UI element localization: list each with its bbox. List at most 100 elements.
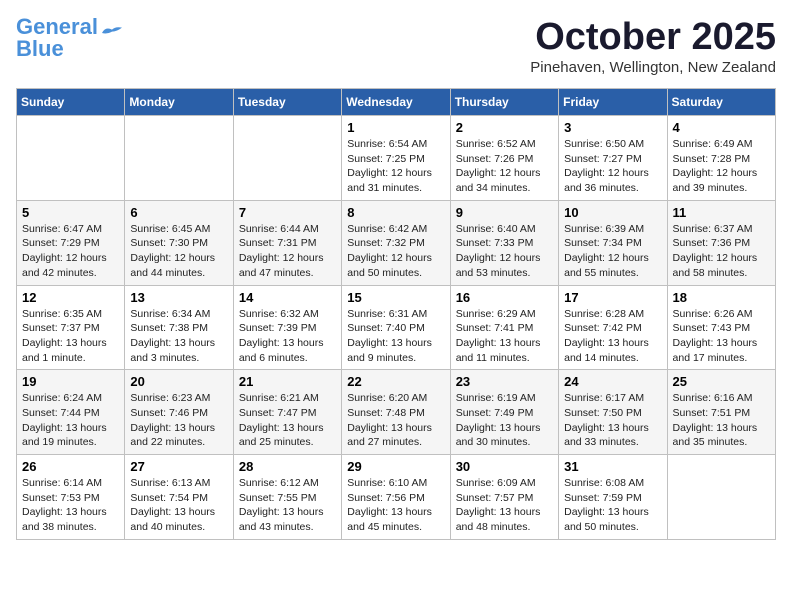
day-number: 22 <box>347 374 444 389</box>
day-info: Sunrise: 6:09 AM Sunset: 7:57 PM Dayligh… <box>456 476 553 535</box>
calendar-cell: 23 Sunrise: 6:19 AM Sunset: 7:49 PM Dayli… <box>450 370 558 455</box>
calendar-cell <box>17 116 125 201</box>
week-row-1: 1 Sunrise: 6:54 AM Sunset: 7:25 PM Daylig… <box>17 116 776 201</box>
day-number: 11 <box>673 205 770 220</box>
day-info: Sunrise: 6:19 AM Sunset: 7:49 PM Dayligh… <box>456 391 553 450</box>
calendar-cell: 8 Sunrise: 6:42 AM Sunset: 7:32 PM Daylig… <box>342 200 450 285</box>
day-number: 12 <box>22 290 119 305</box>
day-number: 2 <box>456 120 553 135</box>
calendar-table: SundayMondayTuesdayWednesdayThursdayFrid… <box>16 88 776 540</box>
day-number: 3 <box>564 120 661 135</box>
day-info: Sunrise: 6:24 AM Sunset: 7:44 PM Dayligh… <box>22 391 119 450</box>
calendar-cell: 11Sunrise: 6:37 AM Sunset: 7:36 PM Dayli… <box>667 200 775 285</box>
calendar-cell: 13 Sunrise: 6:34 AM Sunset: 7:38 PM Dayli… <box>125 285 233 370</box>
calendar-cell: 24 Sunrise: 6:17 AM Sunset: 7:50 PM Dayli… <box>559 370 667 455</box>
day-info: Sunrise: 6:44 AM Sunset: 7:31 PM Dayligh… <box>239 222 336 281</box>
day-number: 17 <box>564 290 661 305</box>
day-info: Sunrise: 6:34 AM Sunset: 7:38 PM Dayligh… <box>130 307 227 366</box>
day-info: Sunrise: 6:42 AM Sunset: 7:32 PM Dayligh… <box>347 222 444 281</box>
day-number: 8 <box>347 205 444 220</box>
day-header-sunday: Sunday <box>17 89 125 116</box>
day-info: Sunrise: 6:23 AM Sunset: 7:46 PM Dayligh… <box>130 391 227 450</box>
day-info: Sunrise: 6:21 AM Sunset: 7:47 PM Dayligh… <box>239 391 336 450</box>
day-number: 20 <box>130 374 227 389</box>
logo-text: General Blue <box>16 16 98 60</box>
logo-bird-icon <box>102 26 122 40</box>
day-info: Sunrise: 6:28 AM Sunset: 7:42 PM Dayligh… <box>564 307 661 366</box>
calendar-cell <box>125 116 233 201</box>
day-number: 21 <box>239 374 336 389</box>
calendar-cell: 12 Sunrise: 6:35 AM Sunset: 7:37 PM Dayli… <box>17 285 125 370</box>
day-info: Sunrise: 6:13 AM Sunset: 7:54 PM Dayligh… <box>130 476 227 535</box>
day-info: Sunrise: 6:12 AM Sunset: 7:55 PM Dayligh… <box>239 476 336 535</box>
day-info: Sunrise: 6:40 AM Sunset: 7:33 PM Dayligh… <box>456 222 553 281</box>
calendar-cell: 25 Sunrise: 6:16 AM Sunset: 7:51 PM Dayli… <box>667 370 775 455</box>
day-number: 14 <box>239 290 336 305</box>
day-info: Sunrise: 6:52 AM Sunset: 7:26 PM Dayligh… <box>456 137 553 196</box>
calendar-cell <box>667 455 775 540</box>
calendar-cell: 19 Sunrise: 6:24 AM Sunset: 7:44 PM Dayli… <box>17 370 125 455</box>
week-row-5: 26Sunrise: 6:14 AM Sunset: 7:53 PM Dayli… <box>17 455 776 540</box>
day-header-tuesday: Tuesday <box>233 89 341 116</box>
day-header-wednesday: Wednesday <box>342 89 450 116</box>
day-number: 5 <box>22 205 119 220</box>
header-row: SundayMondayTuesdayWednesdayThursdayFrid… <box>17 89 776 116</box>
day-number: 24 <box>564 374 661 389</box>
day-info: Sunrise: 6:31 AM Sunset: 7:40 PM Dayligh… <box>347 307 444 366</box>
calendar-cell: 6 Sunrise: 6:45 AM Sunset: 7:30 PM Daylig… <box>125 200 233 285</box>
calendar-cell: 27 Sunrise: 6:13 AM Sunset: 7:54 PM Dayli… <box>125 455 233 540</box>
calendar-cell: 31 Sunrise: 6:08 AM Sunset: 7:59 PM Dayli… <box>559 455 667 540</box>
day-info: Sunrise: 6:45 AM Sunset: 7:30 PM Dayligh… <box>130 222 227 281</box>
month-title: October 2025 <box>530 16 776 59</box>
day-header-thursday: Thursday <box>450 89 558 116</box>
day-number: 29 <box>347 459 444 474</box>
calendar-cell: 21 Sunrise: 6:21 AM Sunset: 7:47 PM Dayli… <box>233 370 341 455</box>
day-number: 10 <box>564 205 661 220</box>
day-number: 23 <box>456 374 553 389</box>
day-number: 25 <box>673 374 770 389</box>
calendar-cell: 28 Sunrise: 6:12 AM Sunset: 7:55 PM Dayli… <box>233 455 341 540</box>
calendar-cell: 26Sunrise: 6:14 AM Sunset: 7:53 PM Dayli… <box>17 455 125 540</box>
day-info: Sunrise: 6:08 AM Sunset: 7:59 PM Dayligh… <box>564 476 661 535</box>
calendar-cell: 22Sunrise: 6:20 AM Sunset: 7:48 PM Dayli… <box>342 370 450 455</box>
day-number: 26 <box>22 459 119 474</box>
calendar-cell: 5 Sunrise: 6:47 AM Sunset: 7:29 PM Daylig… <box>17 200 125 285</box>
day-info: Sunrise: 6:29 AM Sunset: 7:41 PM Dayligh… <box>456 307 553 366</box>
day-number: 31 <box>564 459 661 474</box>
day-number: 7 <box>239 205 336 220</box>
location-subtitle: Pinehaven, Wellington, New Zealand <box>530 59 776 76</box>
day-number: 15 <box>347 290 444 305</box>
calendar-cell: 17 Sunrise: 6:28 AM Sunset: 7:42 PM Dayli… <box>559 285 667 370</box>
calendar-cell: 14Sunrise: 6:32 AM Sunset: 7:39 PM Dayli… <box>233 285 341 370</box>
calendar-cell: 30Sunrise: 6:09 AM Sunset: 7:57 PM Dayli… <box>450 455 558 540</box>
calendar-cell: 2 Sunrise: 6:52 AM Sunset: 7:26 PM Daylig… <box>450 116 558 201</box>
day-info: Sunrise: 6:10 AM Sunset: 7:56 PM Dayligh… <box>347 476 444 535</box>
calendar-cell: 7 Sunrise: 6:44 AM Sunset: 7:31 PM Daylig… <box>233 200 341 285</box>
calendar-cell: 9 Sunrise: 6:40 AM Sunset: 7:33 PM Daylig… <box>450 200 558 285</box>
day-info: Sunrise: 6:26 AM Sunset: 7:43 PM Dayligh… <box>673 307 770 366</box>
calendar-cell: 3 Sunrise: 6:50 AM Sunset: 7:27 PM Daylig… <box>559 116 667 201</box>
calendar-cell: 4Sunrise: 6:49 AM Sunset: 7:28 PM Daylig… <box>667 116 775 201</box>
day-number: 27 <box>130 459 227 474</box>
day-info: Sunrise: 6:47 AM Sunset: 7:29 PM Dayligh… <box>22 222 119 281</box>
page-header: General Blue October 2025 Pinehaven, Wel… <box>16 16 776 76</box>
day-number: 9 <box>456 205 553 220</box>
day-info: Sunrise: 6:54 AM Sunset: 7:25 PM Dayligh… <box>347 137 444 196</box>
day-info: Sunrise: 6:35 AM Sunset: 7:37 PM Dayligh… <box>22 307 119 366</box>
day-info: Sunrise: 6:50 AM Sunset: 7:27 PM Dayligh… <box>564 137 661 196</box>
day-number: 19 <box>22 374 119 389</box>
day-info: Sunrise: 6:17 AM Sunset: 7:50 PM Dayligh… <box>564 391 661 450</box>
calendar-cell: 29 Sunrise: 6:10 AM Sunset: 7:56 PM Dayli… <box>342 455 450 540</box>
day-number: 18 <box>673 290 770 305</box>
day-number: 1 <box>347 120 444 135</box>
day-info: Sunrise: 6:39 AM Sunset: 7:34 PM Dayligh… <box>564 222 661 281</box>
day-info: Sunrise: 6:16 AM Sunset: 7:51 PM Dayligh… <box>673 391 770 450</box>
day-number: 28 <box>239 459 336 474</box>
logo: General Blue <box>16 16 122 60</box>
calendar-cell: 20 Sunrise: 6:23 AM Sunset: 7:46 PM Dayli… <box>125 370 233 455</box>
day-number: 13 <box>130 290 227 305</box>
day-header-monday: Monday <box>125 89 233 116</box>
week-row-2: 5 Sunrise: 6:47 AM Sunset: 7:29 PM Daylig… <box>17 200 776 285</box>
day-number: 4 <box>673 120 770 135</box>
day-number: 6 <box>130 205 227 220</box>
